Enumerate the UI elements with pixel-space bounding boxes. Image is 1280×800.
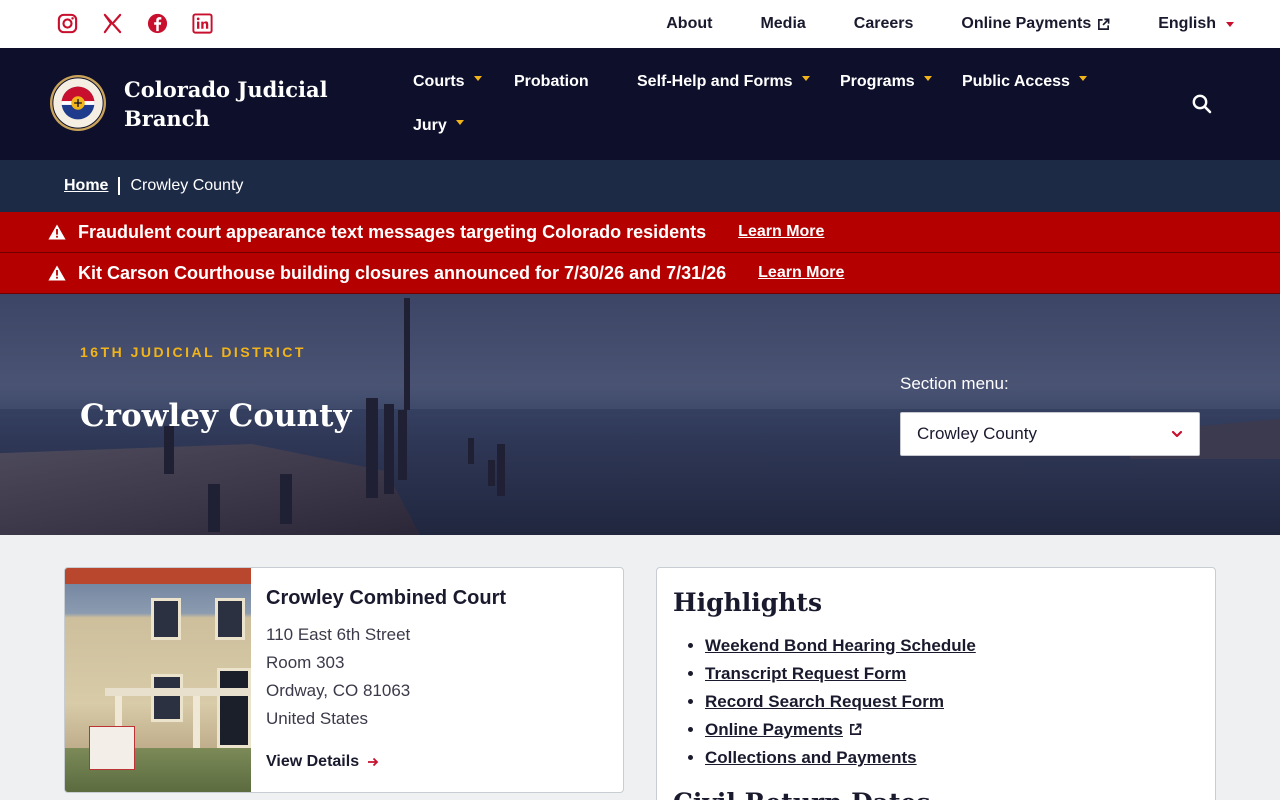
nav-probation[interactable]: Probation [514,73,589,91]
nav-self-help-label: Self-Help and Forms [637,73,793,90]
section-heading: Civil Return Dates [673,788,930,800]
list-item: Record Search Request Form [705,688,976,716]
facebook-icon[interactable] [146,12,169,35]
nav-public-access[interactable]: Public Access [962,73,1087,91]
nav-programs-label: Programs [840,73,915,90]
breadcrumb-divider [118,177,121,195]
chevron-down-icon [1171,430,1183,438]
courthouse-photo [65,568,251,792]
hero-background-post [398,410,407,480]
hero-background-post [404,298,410,410]
nav-probation-label: Probation [514,73,589,90]
warning-icon [48,265,66,281]
chevron-down-icon [455,119,464,125]
breadcrumb-home[interactable]: Home [64,177,108,195]
section-menu-label: Section menu: [900,374,1009,393]
nav-courts-label: Courts [413,73,465,90]
alert-learn-more-link[interactable]: Learn More [738,223,824,241]
utility-links: About Media Careers Online Payments Engl… [666,0,1234,48]
court-name: Crowley Combined Court [266,587,507,609]
list-item: Transcript Request Form [705,660,976,688]
hero-banner: 16TH JUDICIAL DISTRICT Crowley County Se… [0,294,1280,535]
nav-self-help[interactable]: Self-Help and Forms [637,73,810,91]
highlight-link[interactable]: Weekend Bond Hearing Schedule [705,636,976,655]
view-details-label: View Details [266,753,360,770]
search-icon[interactable] [1190,92,1214,116]
x-icon[interactable] [101,12,124,35]
highlights-panel: Highlights Weekend Bond Hearing Schedule… [656,567,1216,800]
nav-public-access-label: Public Access [962,73,1070,90]
hero-background-post [488,460,495,486]
hero-background-post [384,404,394,494]
online-payments-link[interactable]: Online Payments [961,15,1110,33]
chevron-down-icon [473,75,482,81]
photo-sign [89,726,135,770]
highlight-link[interactable]: Collections and Payments [705,748,917,767]
external-link-icon [849,723,862,735]
media-link[interactable]: Media [760,15,805,33]
utility-bar: About Media Careers Online Payments Engl… [0,0,1280,48]
nav-programs[interactable]: Programs [840,73,932,91]
highlights-title: Highlights [673,588,823,617]
chevron-down-icon [923,75,932,81]
alert-message: Kit Carson Courthouse building closures … [78,262,727,283]
list-item: Weekend Bond Hearing Schedule [705,632,976,660]
court-address-line: 110 East 6th Street [266,625,411,644]
highlight-link[interactable]: Online Payments [705,720,843,739]
site-title[interactable]: Colorado Judicial Branch [124,75,334,133]
highlights-list: Weekend Bond Hearing Schedule Transcript… [705,632,976,772]
district-label: 16TH JUDICIAL DISTRICT [80,344,306,360]
court-address-line: United States [266,709,369,728]
highlight-link[interactable]: Transcript Request Form [705,664,906,683]
language-label: English [1158,15,1216,32]
chevron-down-icon [1226,21,1234,27]
about-link[interactable]: About [666,15,712,33]
instagram-icon[interactable] [56,12,79,35]
nav-jury-label: Jury [413,117,447,134]
hero-background-post [366,398,378,498]
alert-banner: Fraudulent court appearance text message… [0,212,1280,253]
social-links [56,12,214,35]
list-item: Collections and Payments [705,744,976,772]
highlight-link[interactable]: Record Search Request Form [705,692,944,711]
chevron-down-icon [1078,75,1087,81]
list-item: Online Payments [705,716,976,744]
photo-window [151,598,181,640]
main-header: Colorado Judicial Branch Courts Probatio… [0,48,1280,160]
online-payments-label: Online Payments [961,15,1092,32]
linkedin-icon[interactable] [191,12,214,35]
view-details-link[interactable]: View Details [266,753,379,771]
photo-door [217,668,251,748]
chevron-down-icon [801,75,810,81]
warning-icon [48,224,66,240]
alert-learn-more-link[interactable]: Learn More [758,264,844,282]
photo-window [215,598,245,640]
arrow-right-icon [368,757,379,767]
hero-background-post [280,474,292,524]
colorado-courts-seal-logo[interactable] [49,74,107,132]
alert-message: Fraudulent court appearance text message… [78,221,707,242]
nav-jury[interactable]: Jury [413,117,464,135]
section-menu-select[interactable]: Crowley County [900,412,1200,456]
alert-banner: Kit Carson Courthouse building closures … [0,253,1280,294]
hero-background-post [497,444,505,496]
court-address-line: Room 303 [266,653,345,672]
breadcrumb: Home Crowley County [0,160,1280,212]
careers-link[interactable]: Careers [854,15,914,33]
hero-background-post [208,484,220,532]
photo-column [193,696,200,756]
external-link-icon [1098,18,1110,30]
photo-window [151,674,183,722]
breadcrumb-current: Crowley County [130,177,244,194]
court-address-line: Ordway, CO 81063 [266,681,411,700]
page-title: Crowley County [80,398,352,434]
court-card: Crowley Combined Court 110 East 6th Stre… [64,567,624,793]
hero-background-post [468,438,474,464]
language-selector[interactable]: English [1158,15,1234,33]
nav-courts[interactable]: Courts [413,73,482,91]
section-menu-value: Crowley County [917,424,1037,443]
photo-porch [105,688,251,696]
photo-roof [65,568,251,584]
